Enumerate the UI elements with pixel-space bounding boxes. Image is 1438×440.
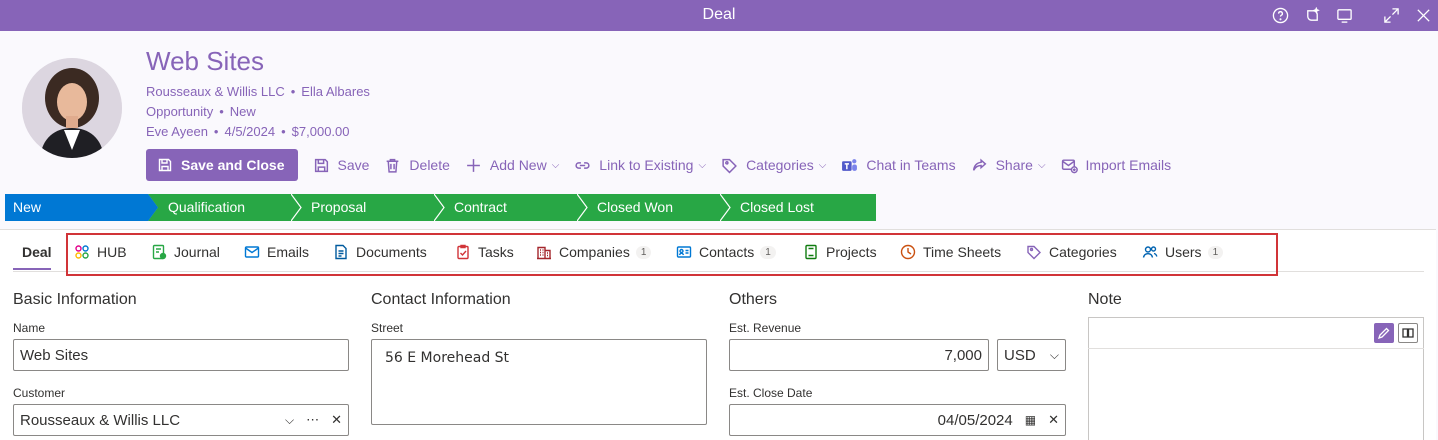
link-icon: [575, 161, 590, 169]
est-revenue-label: Est. Revenue: [729, 321, 802, 335]
chevron-down-icon: ⌵: [1049, 347, 1059, 362]
tab-deal[interactable]: Deal: [22, 243, 52, 261]
help-icon[interactable]: [1270, 5, 1290, 25]
customer-label: Customer: [13, 386, 66, 400]
share-button[interactable]: Share ⌵: [971, 149, 1046, 181]
split-view-icon[interactable]: [1398, 323, 1418, 343]
chevron-down-icon: ⌵: [818, 159, 827, 171]
section-title-others: Others: [729, 291, 778, 308]
avatar: [22, 58, 122, 158]
edit-icon[interactable]: [1374, 323, 1394, 343]
est-close-date-field[interactable]: 04/05/2024 ▦ ✕: [729, 404, 1066, 436]
stage-new[interactable]: New: [5, 194, 158, 221]
chevron-down-icon: ⌵: [1037, 159, 1046, 171]
customer-lookup[interactable]: Rousseaux & Willis LLC ⌵ ⋯ ✕: [13, 404, 349, 436]
section-title-basic: Basic Information: [13, 291, 137, 308]
stage-qualification[interactable]: Qualification: [148, 194, 301, 221]
save-button[interactable]: Save: [313, 149, 369, 181]
record-type: Opportunity: [146, 104, 214, 119]
stage-closed-won[interactable]: Closed Won: [577, 194, 730, 221]
tag-icon: [722, 158, 737, 173]
stage-bar: New Qualification Proposal Contract Clos…: [5, 194, 876, 221]
record-owner[interactable]: Eve Ayeen: [146, 124, 208, 139]
add-new-button[interactable]: Add New ⌵: [465, 149, 559, 181]
name-label: Name: [13, 321, 46, 335]
stage-proposal[interactable]: Proposal: [291, 194, 444, 221]
save-icon: [158, 158, 172, 172]
record-meta-line-1: Rousseaux & Willis LLC • Ella Albares: [146, 84, 370, 99]
trash-icon: [387, 158, 399, 173]
stage-closed-lost[interactable]: Closed Lost: [720, 194, 876, 221]
clear-icon[interactable]: ✕: [1048, 412, 1059, 428]
clear-icon[interactable]: ✕: [331, 412, 342, 428]
chevron-down-icon: ⌵: [551, 159, 560, 171]
close-icon[interactable]: [1413, 5, 1433, 25]
more-icon[interactable]: ⋯: [306, 412, 319, 428]
record-status: New: [229, 104, 256, 119]
expand-icon[interactable]: [1381, 5, 1401, 25]
link-to-existing-button[interactable]: Link to Existing ⌵: [574, 149, 706, 181]
copilot-icon[interactable]: [1302, 5, 1322, 25]
customer-link[interactable]: Rousseaux & Willis LLC: [146, 84, 285, 99]
est-revenue-field[interactable]: 7,000: [729, 339, 989, 371]
contact-link[interactable]: Ella Albares: [301, 84, 370, 99]
command-bar: Save and Close Save Delete Add New ⌵ Link…: [146, 149, 1171, 181]
window-title: Deal: [702, 6, 736, 23]
active-tab-indicator: [13, 268, 51, 270]
screen-icon[interactable]: [1334, 5, 1354, 25]
street-label: Street: [371, 321, 404, 335]
record-amount: $7,000.00: [291, 124, 350, 139]
calendar-icon[interactable]: ▦: [1025, 413, 1036, 427]
delete-button[interactable]: Delete: [384, 149, 450, 181]
mail-import-icon: [1061, 158, 1078, 173]
plus-icon: [467, 158, 480, 172]
teams-icon: [842, 158, 858, 171]
section-title-note: Note: [1088, 291, 1122, 308]
save-and-close-button[interactable]: Save and Close: [146, 149, 298, 181]
chevron-down-icon[interactable]: ⌵: [285, 413, 294, 428]
currency-select[interactable]: USD ⌵: [997, 339, 1066, 371]
section-title-contact: Contact Information: [371, 291, 511, 308]
tabs-highlight-box: [66, 233, 1278, 276]
record-date: 4/5/2024: [224, 124, 276, 139]
share-icon: [972, 158, 987, 171]
import-emails-button[interactable]: Import Emails: [1061, 149, 1171, 181]
street-textarea[interactable]: 56 E Morehead St: [371, 339, 707, 425]
chevron-down-icon: ⌵: [698, 159, 707, 171]
chat-in-teams-button[interactable]: Chat in Teams: [841, 149, 956, 181]
stage-contract[interactable]: Contract: [434, 194, 587, 221]
title-bar: Deal: [0, 0, 1438, 31]
categories-button[interactable]: Categories ⌵: [721, 149, 826, 181]
est-close-date-label: Est. Close Date: [729, 386, 813, 400]
note-toolbar-divider: [1088, 348, 1424, 349]
record-meta-line-3: Eve Ayeen • 4/5/2024 • $7,000.00: [146, 124, 350, 139]
record-meta-line-2: Opportunity • New: [146, 104, 256, 119]
name-field[interactable]: Web Sites: [13, 339, 349, 371]
save-icon: [314, 158, 328, 172]
record-title: Web Sites: [146, 46, 265, 76]
